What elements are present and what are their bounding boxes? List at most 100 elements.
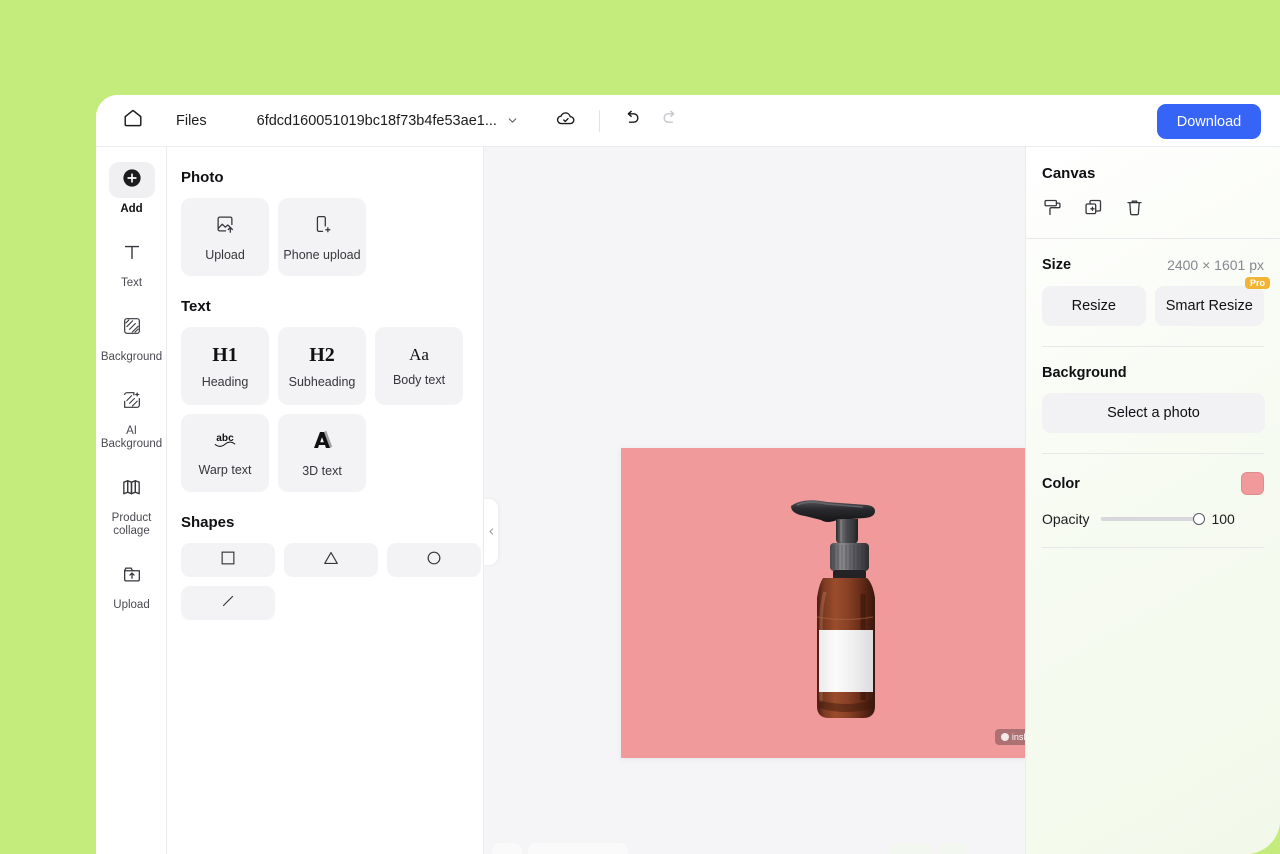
home-icon [122,107,144,134]
paint-roller-icon[interactable] [1042,197,1063,218]
home-button[interactable] [116,104,150,138]
cloud-save-button[interactable] [555,107,577,134]
watermark-logo-icon [1000,733,1009,741]
phone-upload-tile[interactable]: Phone upload [278,198,366,276]
resize-buttons: Resize Smart Resize Pro [1026,273,1280,326]
heading-text-tile[interactable]: H1 Heading [181,327,269,405]
app-window: Files 6fdcd160051019bc18f73b4fe53ae1... [96,95,1280,854]
opacity-label: Opacity [1042,511,1090,527]
shape-tiles-row2 [181,586,483,620]
select-a-photo-button[interactable]: Select a photo [1042,393,1265,433]
folder-upload-icon [121,563,143,590]
sidebar-item-upload[interactable]: Upload [96,552,167,616]
bottom-help-button[interactable] [938,843,968,854]
top-toolbar: Files 6fdcd160051019bc18f73b4fe53ae1... [96,95,1280,147]
add-panel: Photo Upload Phone upload Text H1 Headin… [167,147,484,854]
opacity-slider-fill [1101,517,1200,521]
filename-dropdown[interactable]: 6fdcd160051019bc18f73b4fe53ae1... [257,113,519,129]
filename-label: 6fdcd160051019bc18f73b4fe53ae1... [256,112,497,129]
download-button[interactable]: Download [1157,104,1261,139]
chevron-down-icon [506,114,519,127]
circle-shape-icon [425,549,443,572]
square-shape-icon [219,549,237,572]
sidebar-item-label: Background [100,351,163,363]
smart-resize-label: Smart Resize [1165,298,1253,314]
line-shape-icon [219,592,237,615]
sidebar-item-background[interactable]: Background [96,304,167,368]
sidebar-item-text[interactable]: Text [96,230,167,294]
triangle-shape-icon [322,549,340,572]
sidebar-item-add[interactable]: Add [96,156,167,220]
sidebar-item-ai-background[interactable]: AI Background [96,378,167,455]
circle-shape-tile[interactable] [387,543,481,577]
upload-photo-tile[interactable]: Upload [181,198,269,276]
text-section-title: Text [181,298,211,315]
sidebar-item-label: AI Background [100,425,163,450]
phone-upload-icon [311,213,333,240]
sidebar-item-label: Product collage [111,512,152,537]
hatch-square-icon [121,315,143,342]
line-shape-tile[interactable] [181,586,275,620]
triangle-shape-tile[interactable] [284,543,378,577]
redo-button[interactable] [660,108,680,133]
tile-label: Heading [201,374,249,389]
aa-glyph: Aa [409,345,429,364]
duplicate-icon[interactable] [1083,197,1104,218]
3d-text-tile[interactable]: 3D text [278,414,366,492]
sidebar-item-label: Text [120,277,143,289]
photo-section-title: Photo [181,169,224,186]
canvas-stage[interactable]: insMind .com [484,147,1079,854]
opacity-row: Opacity 100 [1026,495,1280,527]
bottom-layers-button[interactable] [492,843,522,854]
subheading-text-tile[interactable]: H2 Subheading [278,327,366,405]
undo-icon [622,108,642,133]
background-label: Background [1042,365,1127,381]
delete-icon[interactable] [1124,197,1145,218]
warp-text-tile[interactable]: abc Warp text [181,414,269,492]
product-image-pump-bottle[interactable] [775,494,925,734]
sidebar-item-product-collage[interactable]: Product collage [96,465,167,542]
cloud-check-icon [555,107,577,134]
pro-badge: Pro [1244,277,1270,289]
photo-tiles: Upload Phone upload [181,198,483,276]
shape-tiles-row1 [181,543,483,577]
smart-resize-button[interactable]: Smart Resize Pro [1154,277,1270,326]
left-rail: Add Text Background AI Background Produc… [96,147,167,854]
size-value: 2400 × 1601 px [1167,257,1264,273]
files-menu[interactable]: Files [176,113,207,129]
body-text-tile[interactable]: Aa Body text [375,327,463,405]
plus-circle-icon [121,167,143,194]
3d-a-icon [310,429,334,456]
tile-label: Phone upload [283,247,361,262]
toolbar-divider [598,109,600,132]
tile-label: Subheading [288,374,356,389]
artboard[interactable]: insMind .com [621,448,1079,758]
size-label: Size [1042,257,1072,273]
opacity-value: 100 [1211,511,1235,527]
panel-collapse-button[interactable] [484,499,498,565]
opacity-slider[interactable] [1101,513,1206,525]
text-t-icon [121,241,143,268]
sidebar-item-label: Add [120,203,143,215]
resize-button[interactable]: Resize [1042,286,1146,326]
image-upload-icon [214,213,236,240]
screen: Files 6fdcd160051019bc18f73b4fe53ae1... [0,0,1280,854]
opacity-slider-knob[interactable] [1193,513,1206,525]
bottom-zoom-control[interactable] [528,843,628,854]
canvas-actions [1026,182,1280,218]
bottom-zoom-percent[interactable] [890,843,932,854]
tile-label: Upload [205,247,245,262]
redo-icon [660,108,680,133]
tile-label: Body text [392,373,446,387]
color-label: Color [1042,475,1080,492]
square-shape-tile[interactable] [181,543,275,577]
sidebar-item-label: Upload [113,599,150,611]
undo-button[interactable] [622,108,642,133]
text-tiles-row2: abc Warp text 3D text [181,414,483,492]
inspector-title: Canvas [1042,165,1096,182]
text-tiles-row1: H1 Heading H2 Subheading Aa Body text [181,327,483,405]
hatch-sparkle-icon [121,389,143,416]
color-swatch[interactable] [1241,472,1264,495]
size-row: Size 2400 × 1601 px [1026,239,1280,273]
inspector-divider-4 [1042,547,1264,548]
